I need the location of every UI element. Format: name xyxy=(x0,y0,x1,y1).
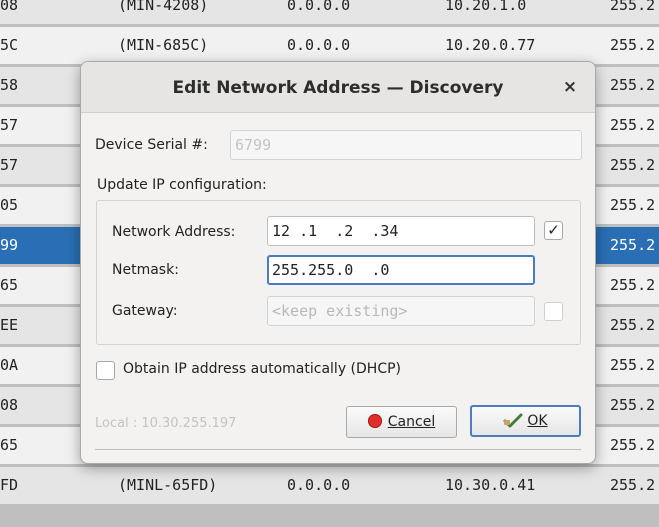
table-cell-mask: 255.2 xyxy=(610,0,656,14)
table-cell-mask: 255.2 xyxy=(610,436,656,454)
netmask-label: Netmask: xyxy=(112,262,179,278)
table-cell-model: (MIN-4208) xyxy=(118,0,209,14)
table-row[interactable]: FD (MINL-65FD) 0.0.0.0 10.30.0.41 255.2 xyxy=(0,467,659,504)
edit-network-address-dialog: Edit Network Address — Discovery × Devic… xyxy=(80,61,596,464)
netmask-field[interactable]: 255.255.0 .0 xyxy=(267,255,535,285)
ok-button[interactable]: OK xyxy=(470,405,581,437)
local-address-status: Local : 10.30.255.197 xyxy=(95,416,237,431)
table-cell-mask: 255.2 xyxy=(610,396,656,414)
table-cell-mask: 255.2 xyxy=(610,196,656,214)
table-cell-mask: 255.2 xyxy=(610,156,656,174)
table-cell-id: 5C xyxy=(0,36,19,54)
gateway-field[interactable]: <keep existing> xyxy=(267,296,535,326)
update-ip-label: Update IP configuration: xyxy=(97,177,267,193)
table-cell-mask: 255.2 xyxy=(610,236,656,254)
dhcp-checkbox[interactable] xyxy=(96,361,115,380)
cancel-button[interactable]: Cancel xyxy=(346,406,457,438)
dialog-title: Edit Network Address — Discovery xyxy=(172,78,504,98)
cancel-label: Cancel xyxy=(387,414,436,430)
close-icon[interactable]: × xyxy=(559,76,581,98)
table-cell-ip: 0.0.0.0 xyxy=(287,476,351,494)
table-row[interactable]: 08 (MIN-4208) 0.0.0.0 10.20.1.0 255.2 xyxy=(0,0,659,24)
table-cell-model: (MINL-65FD) xyxy=(118,476,218,494)
gateway-label: Gateway: xyxy=(112,303,178,319)
dialog-titlebar: Edit Network Address — Discovery × xyxy=(81,62,595,113)
table-cell-id: 08 xyxy=(0,0,19,14)
table-cell-mask: 255.2 xyxy=(610,276,656,294)
network-address-label: Network Address: xyxy=(112,224,236,240)
table-cell-model: (MIN-685C) xyxy=(118,36,209,54)
table-cell-addr: 10.20.0.77 xyxy=(445,36,536,54)
table-cell-ip: 0.0.0.0 xyxy=(287,36,351,54)
dhcp-label[interactable]: Obtain IP address automatically (DHCP) xyxy=(123,361,401,377)
table-cell-ip: 0.0.0.0 xyxy=(287,0,351,14)
table-cell-mask: 255.2 xyxy=(610,476,656,494)
device-serial-label: Device Serial #: xyxy=(95,137,208,153)
table-cell-mask: 255.2 xyxy=(610,76,656,94)
table-cell-addr: 10.20.1.0 xyxy=(445,0,527,14)
table-cell-id: FD xyxy=(0,476,19,494)
table-cell-mask: 255.2 xyxy=(610,116,656,134)
ok-icon xyxy=(503,410,523,438)
network-address-field[interactable]: 12 .1 .2 .34 xyxy=(267,216,535,246)
device-serial-field: 6799 xyxy=(230,130,582,160)
ok-label: OK xyxy=(527,413,548,429)
table-cell-mask: 255.2 xyxy=(610,36,656,54)
cancel-icon xyxy=(367,414,382,428)
gateway-placeholder: <keep existing> xyxy=(272,302,408,320)
table-row[interactable]: 5C (MIN-685C) 0.0.0.0 10.20.0.77 255.2 xyxy=(0,27,659,64)
table-cell-addr: 10.30.0.41 xyxy=(445,476,536,494)
table-cell-mask: 255.2 xyxy=(610,356,656,374)
gateway-checkbox[interactable] xyxy=(544,302,563,321)
network-address-checkbox[interactable]: ✓ xyxy=(544,221,563,240)
table-cell-mask: 255.2 xyxy=(610,316,656,334)
bottom-separator xyxy=(95,449,581,450)
check-icon: ✓ xyxy=(547,221,560,239)
